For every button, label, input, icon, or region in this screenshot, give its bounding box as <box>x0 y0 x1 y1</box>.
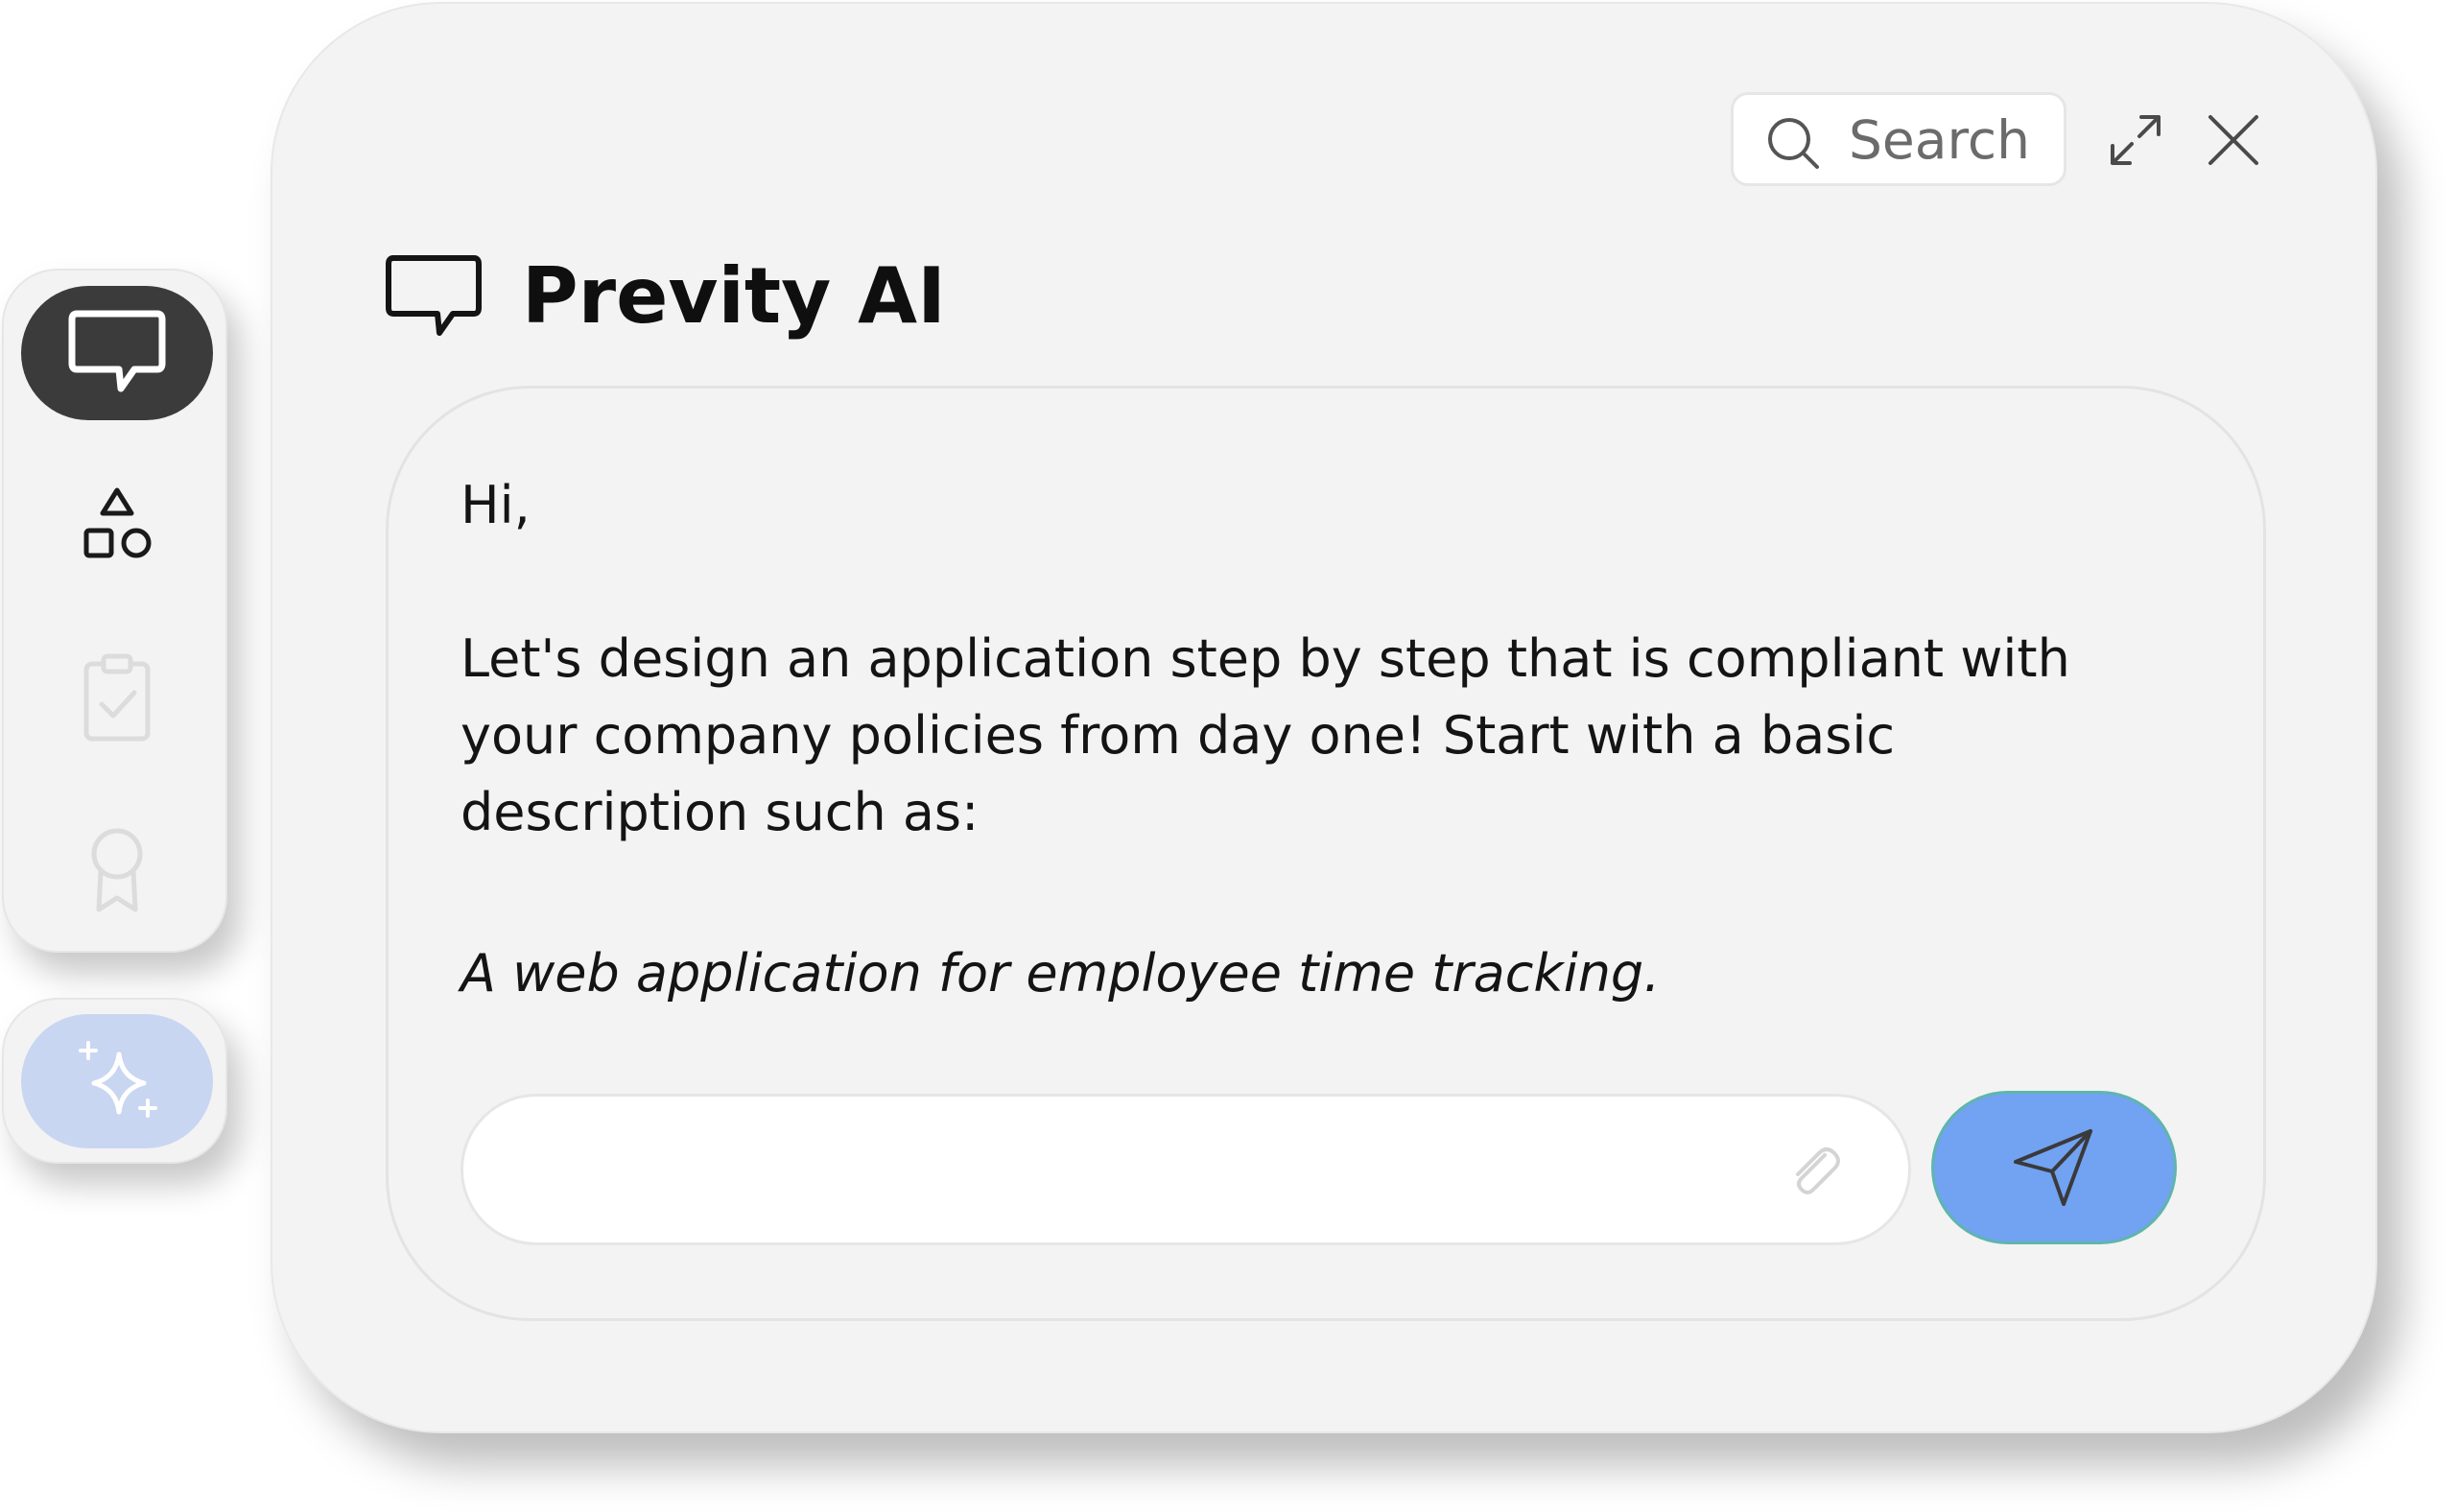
send-icon <box>2014 1129 2092 1206</box>
search-box[interactable] <box>1731 92 2066 186</box>
ai-assistant-button[interactable] <box>21 1014 213 1148</box>
stage: Previty AI Hi, Let's design an applicati… <box>0 0 2456 1512</box>
assistant-message: Hi, Let's design an application step by … <box>460 467 2187 1012</box>
ai-dock <box>2 998 227 1164</box>
search-input[interactable] <box>1849 106 2050 174</box>
shapes-icon <box>83 487 152 558</box>
expand-icon[interactable] <box>2105 109 2166 171</box>
rail-item-chat[interactable] <box>21 286 213 420</box>
side-rail <box>2 269 227 953</box>
conversation-card: Hi, Let's design an application step by … <box>386 386 2266 1321</box>
chat-icon <box>68 310 166 392</box>
search-icon <box>1768 118 1819 169</box>
rail-item-compliance[interactable] <box>21 631 213 766</box>
greeting-text: Hi, <box>460 475 531 535</box>
close-icon[interactable] <box>2205 111 2262 169</box>
message-composer <box>460 1094 1911 1245</box>
chat-window: Previty AI Hi, Let's design an applicati… <box>271 2 2377 1433</box>
send-button[interactable] <box>1931 1091 2177 1244</box>
paperclip-icon[interactable] <box>1783 1140 1844 1201</box>
intro-text: Let's design an application step by step… <box>460 628 2070 842</box>
example-text: A web application for employee time trac… <box>460 943 1661 1004</box>
chat-logo-icon <box>386 255 482 336</box>
rail-item-certification[interactable] <box>21 804 213 938</box>
rail-item-shapes[interactable] <box>21 459 213 593</box>
award-icon <box>91 828 143 912</box>
message-input[interactable] <box>502 1135 1753 1212</box>
header: Previty AI <box>384 248 946 343</box>
page-title: Previty AI <box>522 250 946 341</box>
clipboard-check-icon <box>83 653 151 742</box>
sparkles-icon <box>79 1041 157 1118</box>
